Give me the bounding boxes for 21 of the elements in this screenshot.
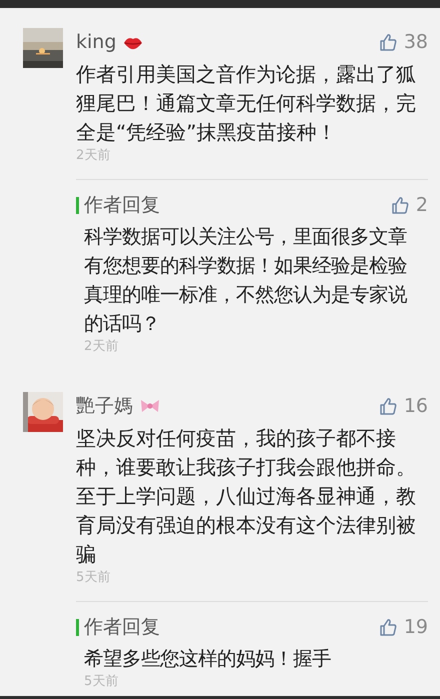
user-name: 艷子媽 (76, 394, 133, 419)
reply-text: 科学数据可以关注公号，里面很多文章有您想要的科学数据！如果经验是检验真理的唯一标准，不然您认为是专家说的话吗？ (84, 224, 408, 337)
author-reply-label: 作者回复 (76, 618, 160, 636)
author-reply-label: 作者回复 (76, 196, 160, 214)
like-count: 19 (404, 616, 428, 638)
comment-text: 作者引用美国之音作为论据，露出了狐狸尾巴！通篇文章无任何科学数据，完全是“凭经验”抹黑疫苗接种！ (76, 62, 417, 146)
reply-time: 2天前 (84, 338, 120, 356)
thumbs-up-icon[interactable] (390, 196, 409, 214)
like-count: 16 (404, 395, 428, 417)
comment-time: 2天前 (76, 147, 112, 165)
like-count: 38 (404, 31, 428, 53)
like-count: 2 (416, 194, 428, 216)
reply-text: 希望多些您这样的妈妈！握手 (84, 646, 332, 672)
thumbs-up-icon[interactable] (378, 618, 397, 636)
thumbs-up-icon[interactable] (378, 397, 397, 415)
comment-text: 坚决反对任何疫苗，我的孩子都不接种，谁要敢让我孩子打我会跟他拼命。至于上学问题，八仙过海各显神通，教育局没有强迫的根本没有这个法律别被骗 (76, 426, 417, 568)
bow-icon (139, 397, 161, 415)
user-name: king (76, 31, 116, 53)
thumbs-up-icon[interactable] (378, 33, 397, 51)
reply-time: 5天前 (84, 673, 120, 691)
comment-time: 5天前 (76, 569, 112, 587)
